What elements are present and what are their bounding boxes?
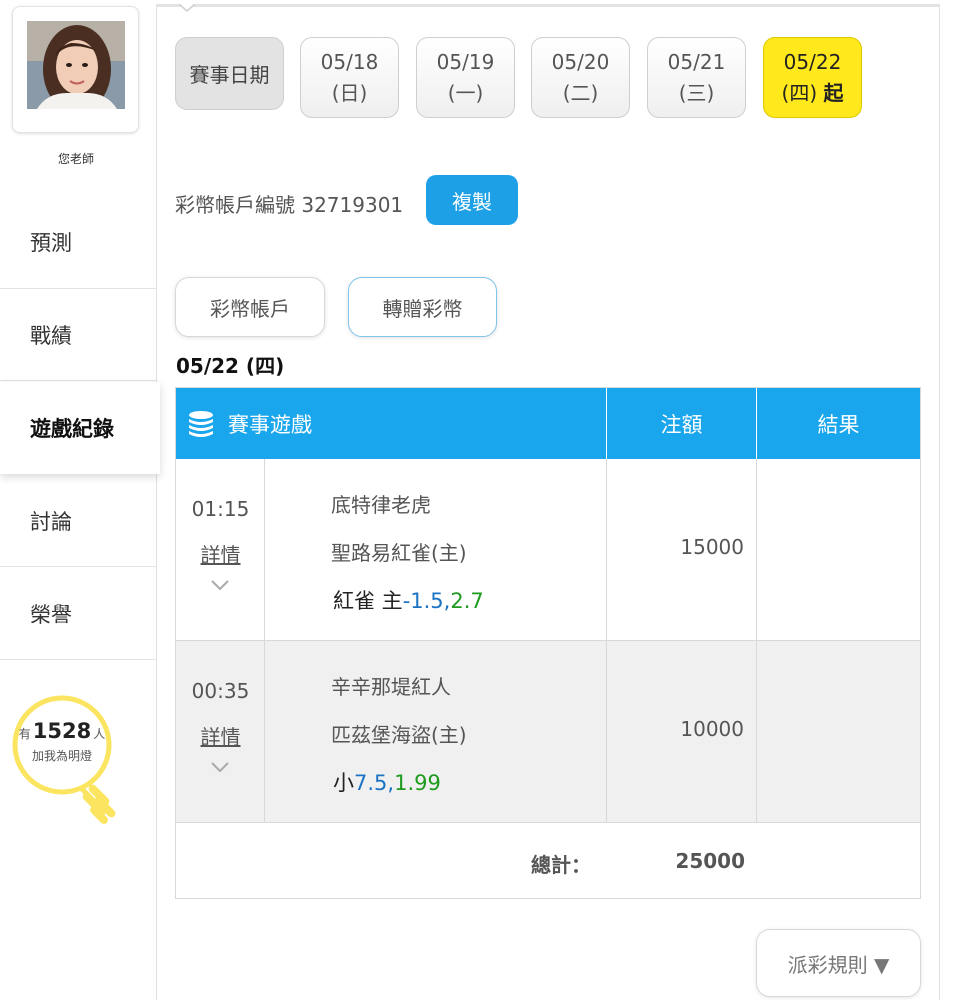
- time-cell: 00:35 詳情: [176, 641, 265, 822]
- date-button-0520[interactable]: 05/20 (二): [531, 37, 630, 118]
- fans-count-line: 有1528 人: [10, 719, 114, 743]
- header-game: 賽事遊戲: [176, 388, 607, 459]
- main-panel: 賽事日期 05/18 (日) 05/19 (一) 05/20 (二) 05/21…: [156, 4, 940, 1000]
- bet-pick: 紅雀 主-1.5,2.7: [333, 585, 484, 615]
- payout-rules-button[interactable]: 派彩規則 ▼: [756, 929, 921, 997]
- weekday-line: (四) 起: [764, 78, 861, 109]
- sidebar-item-record[interactable]: 戰績: [0, 289, 156, 381]
- match-cell: 辛辛那堤紅人 匹茲堡海盜(主) 小7.5,1.99: [265, 641, 607, 822]
- total-value: 25000: [675, 849, 745, 873]
- weekday-text: (二): [562, 81, 599, 105]
- header-game-label: 賽事遊戲: [228, 412, 312, 437]
- team-away: 辛辛那堤紅人: [331, 675, 451, 699]
- sidebar-item-label: 戰績: [30, 323, 72, 348]
- date-button-0519[interactable]: 05/19 (一): [416, 37, 515, 118]
- team-home: 聖路易紅雀(主): [331, 541, 467, 565]
- time-cell: 01:15 詳情: [176, 459, 265, 640]
- date-text: 05/18: [320, 50, 379, 74]
- fans-caption: 加我為明燈: [31, 749, 92, 763]
- tab-gift-coins[interactable]: 轉贈彩幣: [348, 277, 497, 337]
- team-home: 匹茲堡海盜(主): [331, 723, 467, 747]
- sidebar: 您老師 預測 戰績 遊戲紀錄 討論 榮譽 有1528 人 加我為明燈: [0, 0, 160, 1000]
- total-row: 總計： 25000: [176, 823, 920, 898]
- bet-table: 賽事遊戲 注額 結果 01:15 詳情 底特律老虎 聖路易紅雀(主) 紅雀 主-…: [175, 387, 921, 899]
- sidebar-item-game-log[interactable]: 遊戲紀錄: [0, 382, 160, 474]
- table-header: 賽事遊戲 注額 結果: [176, 388, 920, 459]
- weekday-text: (三): [678, 81, 715, 105]
- fans-prefix: 有: [18, 727, 31, 741]
- pick-line: -1.5,: [402, 589, 451, 613]
- sidebar-item-label: 遊戲紀錄: [30, 417, 114, 441]
- date-button-0518[interactable]: 05/18 (日): [300, 37, 399, 118]
- sidebar-item-predict[interactable]: 預測: [0, 196, 156, 289]
- date-text: 05/21: [667, 50, 726, 74]
- pick-odds: 1.99: [394, 771, 441, 795]
- header-result: 結果: [817, 412, 860, 437]
- avatar-photo: [27, 21, 125, 109]
- coin-stack-icon: [189, 411, 213, 437]
- table-row: 00:35 詳情 辛辛那堤紅人 匹茲堡海盜(主) 小7.5,1.99 10000: [176, 641, 920, 823]
- panel-notch-icon: [178, 4, 196, 12]
- follow-bulb[interactable]: 有1528 人 加我為明燈: [10, 695, 160, 835]
- sidebar-item-honor[interactable]: 榮譽: [0, 568, 156, 660]
- total-label: 總計：: [531, 853, 591, 877]
- sidebar-item-label: 榮譽: [30, 602, 72, 627]
- date-text: 05/19: [436, 50, 495, 74]
- result-cell: [757, 459, 920, 640]
- sidebar-item-label: 預測: [30, 231, 72, 255]
- result-cell: [757, 641, 920, 822]
- weekday-text: (一): [447, 81, 484, 105]
- day-heading: 05/22 (四): [176, 354, 285, 378]
- fans-suffix: 人: [93, 727, 106, 741]
- account-number: 彩幣帳戶編號 32719301: [175, 193, 404, 217]
- pick-label: 小: [333, 771, 354, 795]
- avatar[interactable]: [12, 6, 139, 133]
- user-name: 您老師: [57, 152, 94, 166]
- chevron-down-icon[interactable]: [210, 761, 230, 773]
- bet-amount: 10000: [607, 641, 757, 822]
- match-cell: 底特律老虎 聖路易紅雀(主) 紅雀 主-1.5,2.7: [265, 459, 607, 640]
- sidebar-item-label: 討論: [30, 509, 72, 534]
- tab-wallet[interactable]: 彩幣帳戶: [175, 277, 325, 337]
- bet-amount: 15000: [607, 459, 757, 640]
- lightbulb-icon: [12, 695, 116, 824]
- sidebar-item-discussion[interactable]: 討論: [0, 475, 156, 567]
- match-time: 01:15: [191, 497, 250, 521]
- match-time: 00:35: [191, 679, 250, 703]
- pick-odds: 2.7: [450, 589, 484, 613]
- date-filter-label: 賽事日期: [175, 37, 284, 110]
- pick-label: 紅雀 主: [333, 589, 403, 613]
- weekday-text: (日): [331, 81, 368, 105]
- header-bet: 注額: [607, 388, 757, 459]
- date-button-0521[interactable]: 05/21 (三): [647, 37, 746, 118]
- chevron-down-icon[interactable]: [210, 579, 230, 591]
- detail-link[interactable]: 詳情: [176, 539, 265, 568]
- bet-pick: 小7.5,1.99: [333, 767, 441, 797]
- pick-line: 7.5,: [354, 771, 395, 795]
- team-away: 底特律老虎: [331, 493, 431, 517]
- weekday-text: (四): [781, 81, 818, 105]
- date-button-0522[interactable]: 05/22 (四) 起: [763, 37, 862, 118]
- table-row: 01:15 詳情 底特律老虎 聖路易紅雀(主) 紅雀 主-1.5,2.7 150…: [176, 459, 920, 641]
- copy-button[interactable]: 複製: [426, 175, 518, 225]
- date-text: 05/22: [783, 50, 842, 74]
- date-text: 05/20: [551, 50, 610, 74]
- fans-count: 1528: [32, 719, 92, 743]
- date-suffix: 起: [823, 81, 844, 105]
- detail-link[interactable]: 詳情: [176, 721, 265, 750]
